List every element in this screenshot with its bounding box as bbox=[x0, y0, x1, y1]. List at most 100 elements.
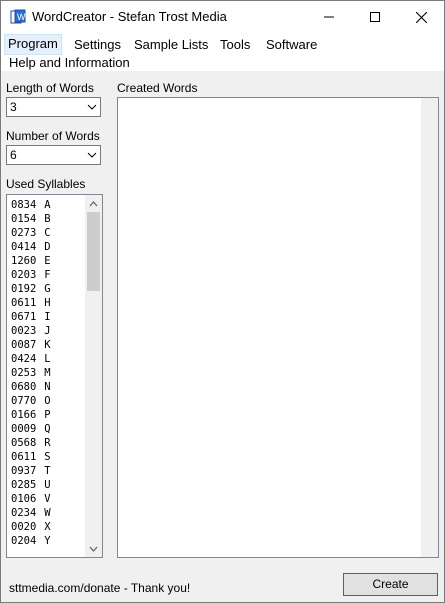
chevron-up-icon bbox=[89, 200, 98, 206]
syllable-count: 0611 bbox=[11, 451, 37, 463]
syllable-count: 0106 bbox=[11, 493, 37, 505]
list-item[interactable]: 0253 M bbox=[11, 366, 51, 380]
list-item[interactable]: 0671 I bbox=[11, 310, 51, 324]
scroll-thumb[interactable] bbox=[87, 212, 100, 291]
list-item[interactable]: 0273 C bbox=[11, 226, 51, 240]
syllable-count: 0424 bbox=[11, 353, 37, 365]
list-item[interactable]: 0937 T bbox=[11, 464, 51, 478]
syllable-count: 0166 bbox=[11, 409, 37, 421]
scroll-up-button[interactable] bbox=[85, 195, 102, 212]
syllable-letter: B bbox=[44, 213, 51, 225]
created-words-scrollbar[interactable] bbox=[421, 98, 438, 557]
created-words-textarea[interactable] bbox=[117, 97, 439, 558]
syllable-letter: A bbox=[44, 199, 51, 211]
list-item[interactable]: 0611 S bbox=[11, 450, 51, 464]
list-item[interactable]: 1260 E bbox=[11, 254, 51, 268]
syllable-letter: T bbox=[44, 465, 51, 477]
scroll-down-button[interactable] bbox=[85, 540, 102, 557]
menu-settings[interactable]: Settings bbox=[71, 35, 124, 54]
syllable-letter: C bbox=[44, 227, 51, 239]
number-value: 6 bbox=[10, 148, 17, 162]
syllable-count: 0285 bbox=[11, 479, 37, 491]
syllables-listbox[interactable]: 0204 Y 0020 X 0234 W 0106 V 0285 U 0937 T 0611 S 0568 R… bbox=[6, 194, 103, 558]
syllables-scrollbar[interactable] bbox=[85, 195, 102, 557]
syllable-count: 0023 bbox=[11, 325, 37, 337]
chevron-down-icon bbox=[87, 152, 97, 158]
syllable-count: 0770 bbox=[11, 395, 37, 407]
number-select[interactable]: 6 bbox=[6, 145, 101, 165]
syllable-count: 0937 bbox=[11, 465, 37, 477]
list-item[interactable]: 0154 B bbox=[11, 212, 51, 226]
list-item[interactable]: 0192 G bbox=[11, 282, 51, 296]
list-item[interactable]: 0234 W bbox=[11, 506, 51, 520]
syllable-count: 0253 bbox=[11, 367, 37, 379]
list-item[interactable]: 0166 P bbox=[11, 408, 51, 422]
syllable-count: 0020 bbox=[11, 521, 37, 533]
syllables-label: Used Syllables bbox=[6, 177, 86, 191]
syllable-count: 0568 bbox=[11, 437, 37, 449]
create-button-label: Create bbox=[372, 577, 409, 591]
syllable-letter: M bbox=[44, 367, 51, 379]
length-label: Length of Words bbox=[6, 81, 94, 95]
list-item[interactable]: 0106 V bbox=[11, 492, 51, 506]
minimize-icon bbox=[324, 16, 334, 18]
menu-tools[interactable]: Tools bbox=[217, 35, 253, 54]
syllable-count: 0414 bbox=[11, 241, 37, 253]
menu-sample-lists[interactable]: Sample Lists bbox=[131, 35, 211, 54]
syllable-count: 0154 bbox=[11, 213, 37, 225]
list-item[interactable]: 0009 Q bbox=[11, 422, 51, 436]
maximize-icon bbox=[370, 12, 380, 22]
syllable-letter: L bbox=[44, 353, 51, 365]
syllable-letter: D bbox=[44, 241, 51, 253]
syllable-count: 0204 bbox=[11, 535, 37, 547]
syllable-count: 0671 bbox=[11, 311, 37, 323]
menu-program[interactable]: Program bbox=[4, 34, 62, 55]
close-icon bbox=[415, 11, 427, 23]
syllable-count: 1260 bbox=[11, 255, 37, 267]
syllable-letter: Q bbox=[44, 423, 51, 435]
list-item[interactable]: 0834 A bbox=[11, 198, 51, 212]
syllable-letter: P bbox=[44, 409, 51, 421]
list-item[interactable]: 0204 Y bbox=[11, 534, 51, 548]
syllable-count: 0234 bbox=[11, 507, 37, 519]
created-words-label: Created Words bbox=[117, 81, 198, 95]
syllable-letter: S bbox=[44, 451, 51, 463]
syllable-count: 0192 bbox=[11, 283, 37, 295]
menu-software[interactable]: Software bbox=[263, 35, 320, 54]
chevron-down-icon bbox=[87, 104, 97, 110]
chevron-down-icon bbox=[89, 546, 98, 552]
syllable-letter: O bbox=[44, 395, 51, 407]
syllable-count: 0087 bbox=[11, 339, 37, 351]
list-item[interactable]: 0087 K bbox=[11, 338, 51, 352]
syllable-letter: H bbox=[44, 297, 51, 309]
syllable-count: 0273 bbox=[11, 227, 37, 239]
syllable-letter: U bbox=[44, 479, 51, 491]
syllable-count: 0680 bbox=[11, 381, 37, 393]
menu-help[interactable]: Help and Information bbox=[6, 53, 133, 72]
syllable-letter: V bbox=[44, 493, 51, 505]
syllable-letter: R bbox=[44, 437, 51, 449]
list-item[interactable]: 0020 X bbox=[11, 520, 51, 534]
list-item[interactable]: 0414 D bbox=[11, 240, 51, 254]
syllable-letter: G bbox=[44, 283, 51, 295]
close-button[interactable] bbox=[398, 1, 444, 33]
minimize-button[interactable] bbox=[306, 1, 352, 33]
length-select[interactable]: 3 bbox=[6, 97, 101, 117]
list-item[interactable]: 0680 N bbox=[11, 380, 51, 394]
length-value: 3 bbox=[10, 100, 17, 114]
list-item[interactable]: 0023 J bbox=[11, 324, 51, 338]
syllable-letter: Y bbox=[44, 535, 51, 547]
syllable-letter: W bbox=[44, 507, 51, 519]
title-bar: W WordCreator - Stefan Trost Media bbox=[1, 1, 444, 33]
list-item[interactable]: 0285 U bbox=[11, 478, 51, 492]
list-item[interactable]: 0770 O bbox=[11, 394, 51, 408]
create-button[interactable]: Create bbox=[343, 573, 438, 596]
list-item[interactable]: 0203 F bbox=[11, 268, 51, 282]
number-label: Number of Words bbox=[6, 129, 100, 143]
syllable-count: 0009 bbox=[11, 423, 37, 435]
list-item[interactable]: 0568 R bbox=[11, 436, 51, 450]
donate-text: sttmedia.com/donate - Thank you! bbox=[9, 581, 191, 595]
list-item[interactable]: 0424 L bbox=[11, 352, 51, 366]
maximize-button[interactable] bbox=[352, 1, 398, 33]
list-item[interactable]: 0611 H bbox=[11, 296, 51, 310]
